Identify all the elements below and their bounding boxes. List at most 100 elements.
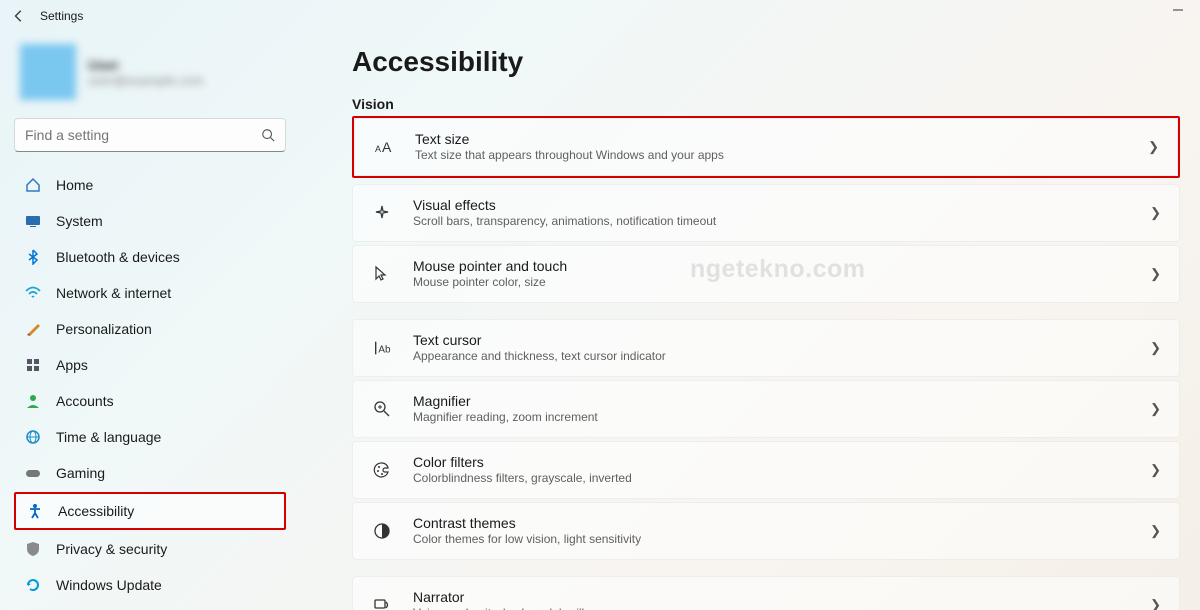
sidebar-item-apps[interactable]: Apps [14, 348, 286, 382]
sidebar-item-privacy[interactable]: Privacy & security [14, 532, 286, 566]
sidebar-item-label: Personalization [56, 321, 152, 337]
contrast-icon [371, 520, 393, 542]
card-main: Color filters Colorblindness filters, gr… [413, 453, 1150, 487]
chevron-right-icon: ❯ [1150, 462, 1161, 478]
wifi-icon [24, 284, 42, 302]
card-magnifier[interactable]: Magnifier Magnifier reading, zoom increm… [352, 380, 1180, 438]
cards-list: AA Text size Text size that appears thro… [352, 116, 1180, 610]
card-sub: Scroll bars, transparency, animations, n… [413, 214, 1150, 230]
card-sub: Color themes for low vision, light sensi… [413, 532, 1150, 548]
profile-text: User user@example.com [88, 57, 204, 88]
chevron-right-icon: ❯ [1150, 523, 1161, 539]
svg-text:A: A [375, 144, 381, 154]
sidebar-item-label: Privacy & security [56, 541, 167, 557]
minimize-button[interactable] [1172, 4, 1192, 6]
avatar [20, 44, 76, 100]
chevron-right-icon: ❯ [1150, 340, 1161, 356]
card-main: Mouse pointer and touch Mouse pointer co… [413, 257, 1150, 291]
sidebar-item-accessibility[interactable]: Accessibility [16, 494, 284, 528]
card-sub: Voice, verbosity, keyboard, braille [413, 606, 1150, 610]
svg-text:Ab: Ab [378, 345, 391, 356]
card-title: Mouse pointer and touch [413, 257, 1150, 275]
sidebar-item-home[interactable]: Home [14, 168, 286, 202]
sidebar-item-gaming[interactable]: Gaming [14, 456, 286, 490]
section-label: Vision [352, 96, 1180, 112]
search-icon [261, 128, 275, 142]
sidebar-highlight: Accessibility [14, 492, 286, 530]
card-title: Narrator [413, 588, 1150, 606]
search-input[interactable] [25, 127, 261, 143]
card-title: Text cursor [413, 331, 1150, 349]
card-main: Visual effects Scroll bars, transparency… [413, 196, 1150, 230]
sidebar-item-accounts[interactable]: Accounts [14, 384, 286, 418]
sidebar-item-update[interactable]: Windows Update [14, 568, 286, 602]
sidebar-item-label: Time & language [56, 429, 161, 445]
card-main: Text size Text size that appears through… [415, 130, 1148, 164]
palette-icon [371, 459, 393, 481]
home-icon [24, 176, 42, 194]
sparkle-icon [371, 202, 393, 224]
system-icon [24, 212, 42, 230]
card-title: Magnifier [413, 392, 1150, 410]
narrator-icon [371, 594, 393, 610]
sidebar-item-system[interactable]: System [14, 204, 286, 238]
profile-block[interactable]: User user@example.com [14, 40, 286, 114]
cursor-icon [371, 263, 393, 285]
title-bar: Settings [0, 0, 1200, 32]
card-sub: Text size that appears throughout Window… [415, 148, 1148, 164]
profile-email: user@example.com [88, 73, 204, 88]
sidebar-item-label: Gaming [56, 465, 105, 481]
bluetooth-icon [24, 248, 42, 266]
card-visual-effects[interactable]: Visual effects Scroll bars, transparency… [352, 184, 1180, 242]
card-mouse-pointer[interactable]: Mouse pointer and touch Mouse pointer co… [352, 245, 1180, 303]
nav-list: Home System Bluetooth & devices Network … [14, 168, 286, 602]
chevron-right-icon: ❯ [1150, 266, 1161, 282]
card-title: Visual effects [413, 196, 1150, 214]
sidebar-item-label: Bluetooth & devices [56, 249, 180, 265]
update-icon [24, 576, 42, 594]
card-main: Magnifier Magnifier reading, zoom increm… [413, 392, 1150, 426]
gaming-icon [24, 464, 42, 482]
sidebar-item-label: Windows Update [56, 577, 162, 593]
brush-icon [24, 320, 42, 338]
sidebar-item-label: Network & internet [56, 285, 171, 301]
profile-name: User [88, 57, 204, 73]
chevron-right-icon: ❯ [1150, 597, 1161, 610]
card-text-size[interactable]: AA Text size Text size that appears thro… [354, 118, 1178, 176]
card-narrator[interactable]: Narrator Voice, verbosity, keyboard, bra… [352, 576, 1180, 610]
search-box[interactable] [14, 118, 286, 152]
card-sub: Magnifier reading, zoom increment [413, 410, 1150, 426]
sidebar-item-label: Accessibility [58, 503, 134, 519]
card-title: Color filters [413, 453, 1150, 471]
svg-text:A: A [382, 139, 392, 155]
sidebar-item-network[interactable]: Network & internet [14, 276, 286, 310]
card-sub: Mouse pointer color, size [413, 275, 1150, 291]
text-cursor-icon: Ab [371, 337, 393, 359]
main-container: User user@example.com Home System [0, 32, 1200, 610]
sidebar-item-bluetooth[interactable]: Bluetooth & devices [14, 240, 286, 274]
card-sub: Colorblindness filters, grayscale, inver… [413, 471, 1150, 487]
sidebar-item-label: Home [56, 177, 93, 193]
card-main: Contrast themes Color themes for low vis… [413, 514, 1150, 548]
globe-icon [24, 428, 42, 446]
back-button[interactable] [12, 9, 26, 23]
card-color-filters[interactable]: Color filters Colorblindness filters, gr… [352, 441, 1180, 499]
card-highlight: AA Text size Text size that appears thro… [352, 116, 1180, 178]
sidebar-item-personalization[interactable]: Personalization [14, 312, 286, 346]
card-contrast-themes[interactable]: Contrast themes Color themes for low vis… [352, 502, 1180, 560]
apps-icon [24, 356, 42, 374]
text-size-icon: AA [373, 136, 395, 158]
magnifier-icon [371, 398, 393, 420]
card-main: Text cursor Appearance and thickness, te… [413, 331, 1150, 365]
card-title: Text size [415, 130, 1148, 148]
chevron-right-icon: ❯ [1150, 401, 1161, 417]
chevron-right-icon: ❯ [1148, 139, 1159, 155]
card-sub: Appearance and thickness, text cursor in… [413, 349, 1150, 365]
shield-icon [24, 540, 42, 558]
sidebar: User user@example.com Home System [0, 32, 300, 610]
card-text-cursor[interactable]: Ab Text cursor Appearance and thickness,… [352, 319, 1180, 377]
sidebar-item-label: Accounts [56, 393, 114, 409]
sidebar-item-label: Apps [56, 357, 88, 373]
card-title: Contrast themes [413, 514, 1150, 532]
sidebar-item-time[interactable]: Time & language [14, 420, 286, 454]
